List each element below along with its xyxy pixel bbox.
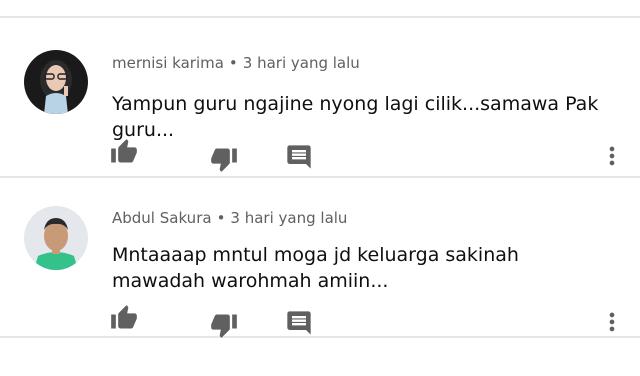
comment-icon bbox=[287, 145, 311, 169]
thumb-up-icon bbox=[111, 139, 137, 163]
comment-meta: mernisi karima • 3 hari yang lalu bbox=[112, 54, 360, 72]
avatar[interactable] bbox=[24, 50, 88, 114]
comment-item: mernisi karima • 3 hari yang lalu Yampun g… bbox=[0, 18, 640, 176]
more-options-button[interactable] bbox=[598, 142, 626, 170]
dislike-button[interactable] bbox=[210, 145, 238, 173]
more-vert-icon bbox=[609, 312, 615, 332]
thumb-up-icon bbox=[111, 305, 137, 329]
author-name[interactable]: mernisi karima bbox=[112, 54, 224, 72]
thumb-down-icon bbox=[211, 314, 237, 338]
comment-text: Yampun guru ngajine nyong lagi cilik...s… bbox=[112, 93, 599, 141]
bottom-divider bbox=[0, 336, 640, 338]
comment-icon bbox=[287, 311, 311, 335]
meta-separator: • bbox=[216, 209, 226, 227]
meta-separator: • bbox=[228, 54, 238, 72]
more-options-button[interactable] bbox=[598, 308, 626, 336]
like-button[interactable] bbox=[110, 304, 138, 332]
timestamp[interactable]: 3 hari yang lalu bbox=[243, 54, 360, 72]
reply-button[interactable] bbox=[285, 309, 313, 337]
like-button[interactable] bbox=[110, 138, 138, 166]
timestamp[interactable]: 3 hari yang lalu bbox=[230, 209, 347, 227]
author-name[interactable]: Abdul Sakura bbox=[112, 209, 212, 227]
comment-text: Mntaaaap mntul moga jd keluarga sakinah … bbox=[112, 244, 519, 292]
avatar[interactable] bbox=[24, 206, 88, 270]
reply-button[interactable] bbox=[285, 143, 313, 171]
comment-meta: Abdul Sakura • 3 hari yang lalu bbox=[112, 209, 347, 227]
comment-item: Abdul Sakura • 3 hari yang lalu Mntaaaap m… bbox=[0, 178, 640, 339]
more-vert-icon bbox=[609, 146, 615, 166]
thumb-down-icon bbox=[211, 148, 237, 172]
dislike-button[interactable] bbox=[210, 311, 238, 339]
